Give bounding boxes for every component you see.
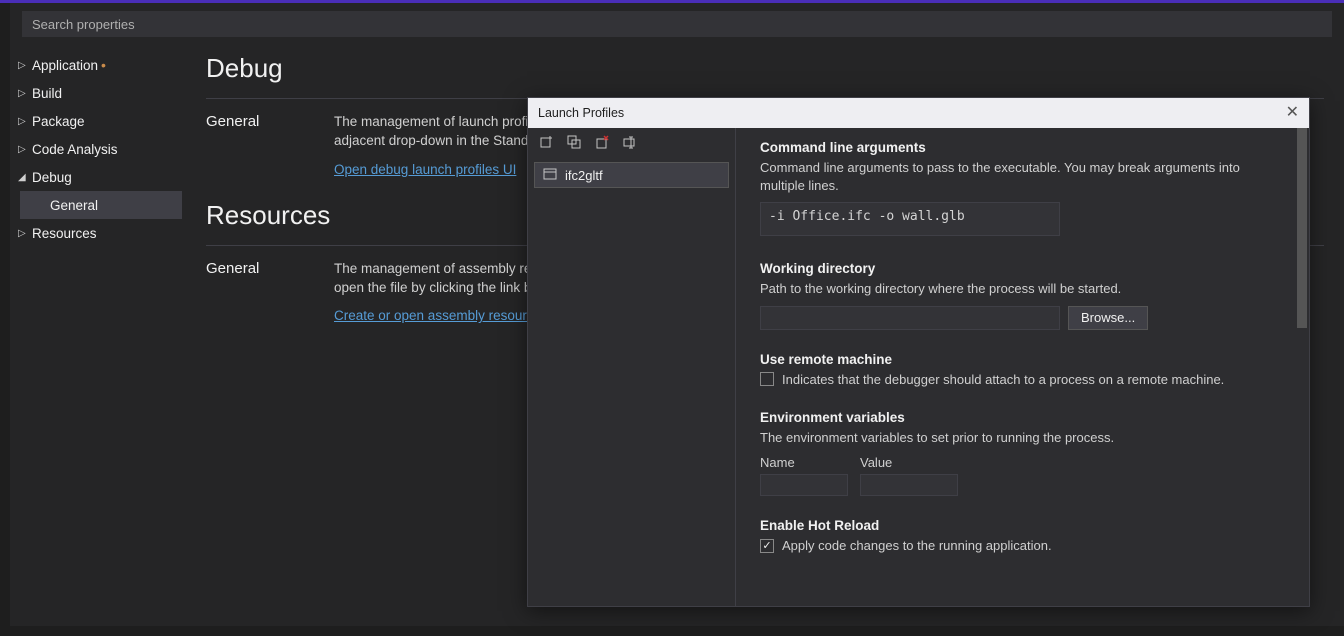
sidebar-item-code-analysis[interactable]: ▷ Code Analysis bbox=[10, 135, 186, 163]
sidebar-item-application[interactable]: ▷ Application • bbox=[10, 51, 186, 79]
duplicate-profile-icon[interactable] bbox=[566, 134, 582, 150]
sidebar-item-build[interactable]: ▷ Build bbox=[10, 79, 186, 107]
browse-button[interactable]: Browse... bbox=[1068, 306, 1148, 330]
scrollbar-thumb[interactable] bbox=[1297, 128, 1307, 328]
open-launch-profiles-link[interactable]: Open debug launch profiles UI bbox=[334, 161, 516, 180]
hotreload-checkbox[interactable]: ✓ bbox=[760, 539, 774, 553]
workdir-label: Working directory bbox=[760, 261, 1285, 276]
workdir-input[interactable] bbox=[760, 306, 1060, 330]
sidebar-item-debug[interactable]: ◢ Debug bbox=[10, 163, 186, 191]
caret-right-icon: ▷ bbox=[18, 88, 28, 99]
caret-right-icon: ▷ bbox=[18, 116, 28, 127]
env-desc: The environment variables to set prior t… bbox=[760, 429, 1285, 447]
hotreload-desc: Apply code changes to the running applic… bbox=[782, 537, 1052, 555]
caret-right-icon: ▷ bbox=[18, 228, 28, 239]
row-label-general: General bbox=[206, 113, 334, 180]
scrollbar[interactable] bbox=[1295, 128, 1309, 606]
search-properties-input[interactable]: Search properties bbox=[22, 11, 1332, 37]
new-profile-icon[interactable] bbox=[538, 134, 554, 150]
project-icon bbox=[543, 167, 557, 184]
cmdargs-input[interactable] bbox=[760, 202, 1060, 236]
env-col-value: Value bbox=[860, 455, 892, 470]
remote-label: Use remote machine bbox=[760, 352, 1285, 367]
remote-desc: Indicates that the debugger should attac… bbox=[782, 371, 1224, 389]
remote-checkbox[interactable] bbox=[760, 372, 774, 386]
sidebar-item-resources[interactable]: ▷ Resources bbox=[10, 219, 186, 247]
caret-right-icon: ▷ bbox=[18, 60, 28, 71]
env-col-name: Name bbox=[760, 455, 848, 470]
dirty-indicator-icon: • bbox=[101, 58, 106, 72]
search-placeholder: Search properties bbox=[32, 17, 135, 32]
launch-profiles-dialog: Launch Profiles ✕ bbox=[527, 97, 1310, 607]
cmdargs-label: Command line arguments bbox=[760, 140, 1285, 155]
create-open-resources-link[interactable]: Create or open assembly resources bbox=[334, 307, 548, 326]
sidebar-item-debug-general[interactable]: General bbox=[20, 191, 182, 219]
settings-sidebar: ▷ Application • ▷ Build ▷ Package ▷ Code… bbox=[10, 47, 186, 626]
profile-item[interactable]: ifc2gltf bbox=[534, 162, 729, 188]
env-name-input[interactable] bbox=[760, 474, 848, 496]
sidebar-item-package[interactable]: ▷ Package bbox=[10, 107, 186, 135]
section-title-debug: Debug bbox=[206, 53, 1324, 84]
profile-settings-panel: Command line arguments Command line argu… bbox=[736, 128, 1309, 606]
hotreload-label: Enable Hot Reload bbox=[760, 518, 1285, 533]
delete-profile-icon[interactable] bbox=[594, 134, 610, 150]
cmdargs-desc: Command line arguments to pass to the ex… bbox=[760, 159, 1285, 194]
caret-down-icon: ◢ bbox=[18, 172, 28, 183]
dialog-titlebar[interactable]: Launch Profiles ✕ bbox=[528, 98, 1309, 128]
env-label: Environment variables bbox=[760, 410, 1285, 425]
env-value-input[interactable] bbox=[860, 474, 958, 496]
profile-list-panel: ifc2gltf bbox=[528, 128, 736, 606]
rename-profile-icon[interactable] bbox=[622, 134, 638, 150]
close-icon[interactable]: ✕ bbox=[1286, 105, 1299, 121]
workdir-desc: Path to the working directory where the … bbox=[760, 280, 1285, 298]
row-label-general: General bbox=[206, 260, 334, 327]
caret-right-icon: ▷ bbox=[18, 144, 28, 155]
